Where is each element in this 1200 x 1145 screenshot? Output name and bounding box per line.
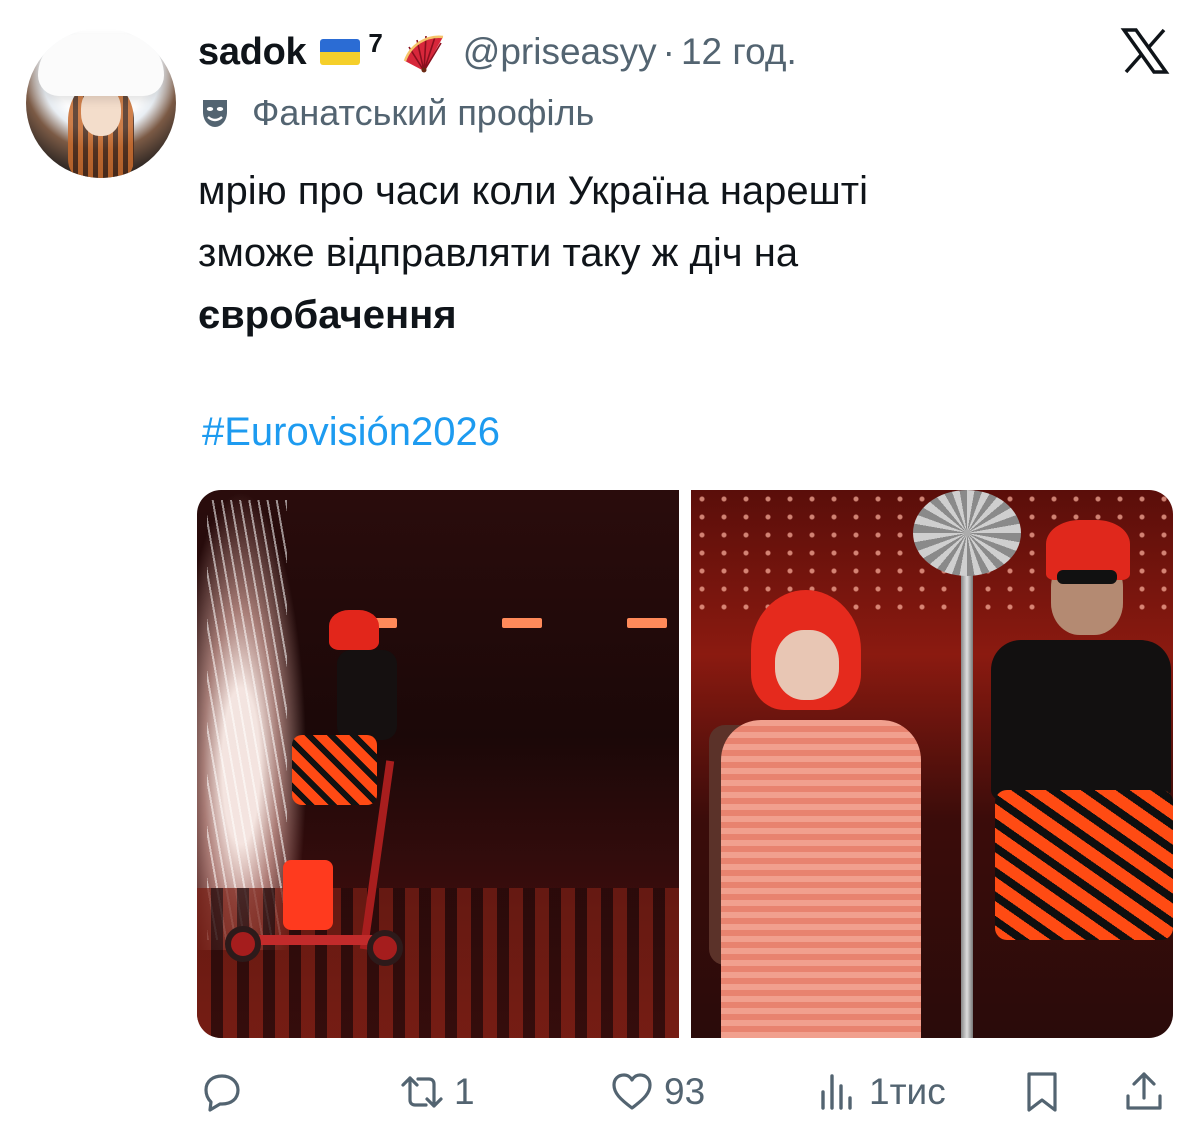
photo-duo-performers[interactable]	[691, 490, 1173, 1038]
reply-icon	[204, 1074, 240, 1112]
like-button[interactable]: 93	[610, 1070, 705, 1114]
theater-mask-icon	[203, 100, 227, 127]
fan-profile-badge: Фанатський профіль	[198, 92, 594, 134]
tweet-text-line-2: зможе відправляти таку ж діч на	[198, 231, 799, 275]
media-grid	[197, 490, 1173, 1038]
retweet-button[interactable]: 1	[400, 1070, 475, 1114]
folding-fan-icon	[403, 35, 443, 73]
tweet-timestamp[interactable]: 12 год.	[681, 31, 797, 73]
tweet-text-line-1: мрію про часи коли Україна нарешті	[198, 169, 868, 213]
tweet-header: sadok 7 @priseasyy · 12 год.	[198, 24, 797, 80]
author-name[interactable]: sadok	[198, 31, 307, 74]
reply-button[interactable]	[200, 1070, 254, 1114]
x-logo-icon[interactable]	[1120, 26, 1170, 76]
tweet: sadok 7 @priseasyy · 12 год. Фанатський …	[0, 0, 1200, 1145]
man-shorts	[995, 790, 1173, 940]
performer-body	[337, 650, 397, 740]
like-count: 93	[664, 1071, 706, 1112]
crowd	[197, 888, 679, 1038]
ukraine-flag-icon	[320, 39, 361, 65]
tweet-text: мрію про часи коли Україна нарешті зможе…	[198, 160, 1158, 346]
badge-label: Фанатський профіль	[252, 92, 595, 133]
author-handle[interactable]: @priseasyy	[463, 31, 657, 73]
avatar-hat	[38, 34, 164, 96]
pyro-streaks	[207, 500, 287, 940]
woman-face	[775, 630, 839, 700]
performer-boot	[283, 860, 333, 930]
action-bar: 1 93 1тис	[0, 1060, 1200, 1130]
hashtag-link[interactable]: #Eurovisión2026	[202, 410, 500, 455]
stage-light	[502, 618, 542, 628]
woman-dress	[721, 720, 921, 1038]
disco-pole	[961, 530, 973, 1038]
author-superscript: 7	[368, 27, 383, 58]
performer-hat	[329, 610, 379, 650]
scooter-wheel	[225, 926, 261, 962]
bookmark-button[interactable]	[1020, 1070, 1064, 1114]
stage-light	[627, 618, 667, 628]
disco-ball	[913, 490, 1021, 576]
man-shirt	[991, 640, 1171, 800]
avatar[interactable]	[26, 28, 176, 178]
bookmark-icon	[1027, 1072, 1057, 1112]
retweet-icon	[401, 1076, 443, 1108]
photo-scooter-performer[interactable]	[197, 490, 679, 1038]
views-icon	[821, 1074, 852, 1110]
performer-shorts	[292, 735, 377, 805]
man-sunglasses	[1057, 570, 1117, 584]
heart-icon	[612, 1073, 652, 1110]
retweet-count: 1	[454, 1071, 475, 1112]
views-count: 1тис	[869, 1071, 946, 1112]
share-button[interactable]	[1122, 1070, 1166, 1114]
scooter-wheel	[367, 930, 403, 966]
separator-dot: ·	[662, 31, 675, 72]
views-button[interactable]: 1тис	[815, 1070, 946, 1114]
share-icon	[1126, 1072, 1162, 1110]
tweet-text-bold-word: євробачення	[198, 293, 457, 337]
